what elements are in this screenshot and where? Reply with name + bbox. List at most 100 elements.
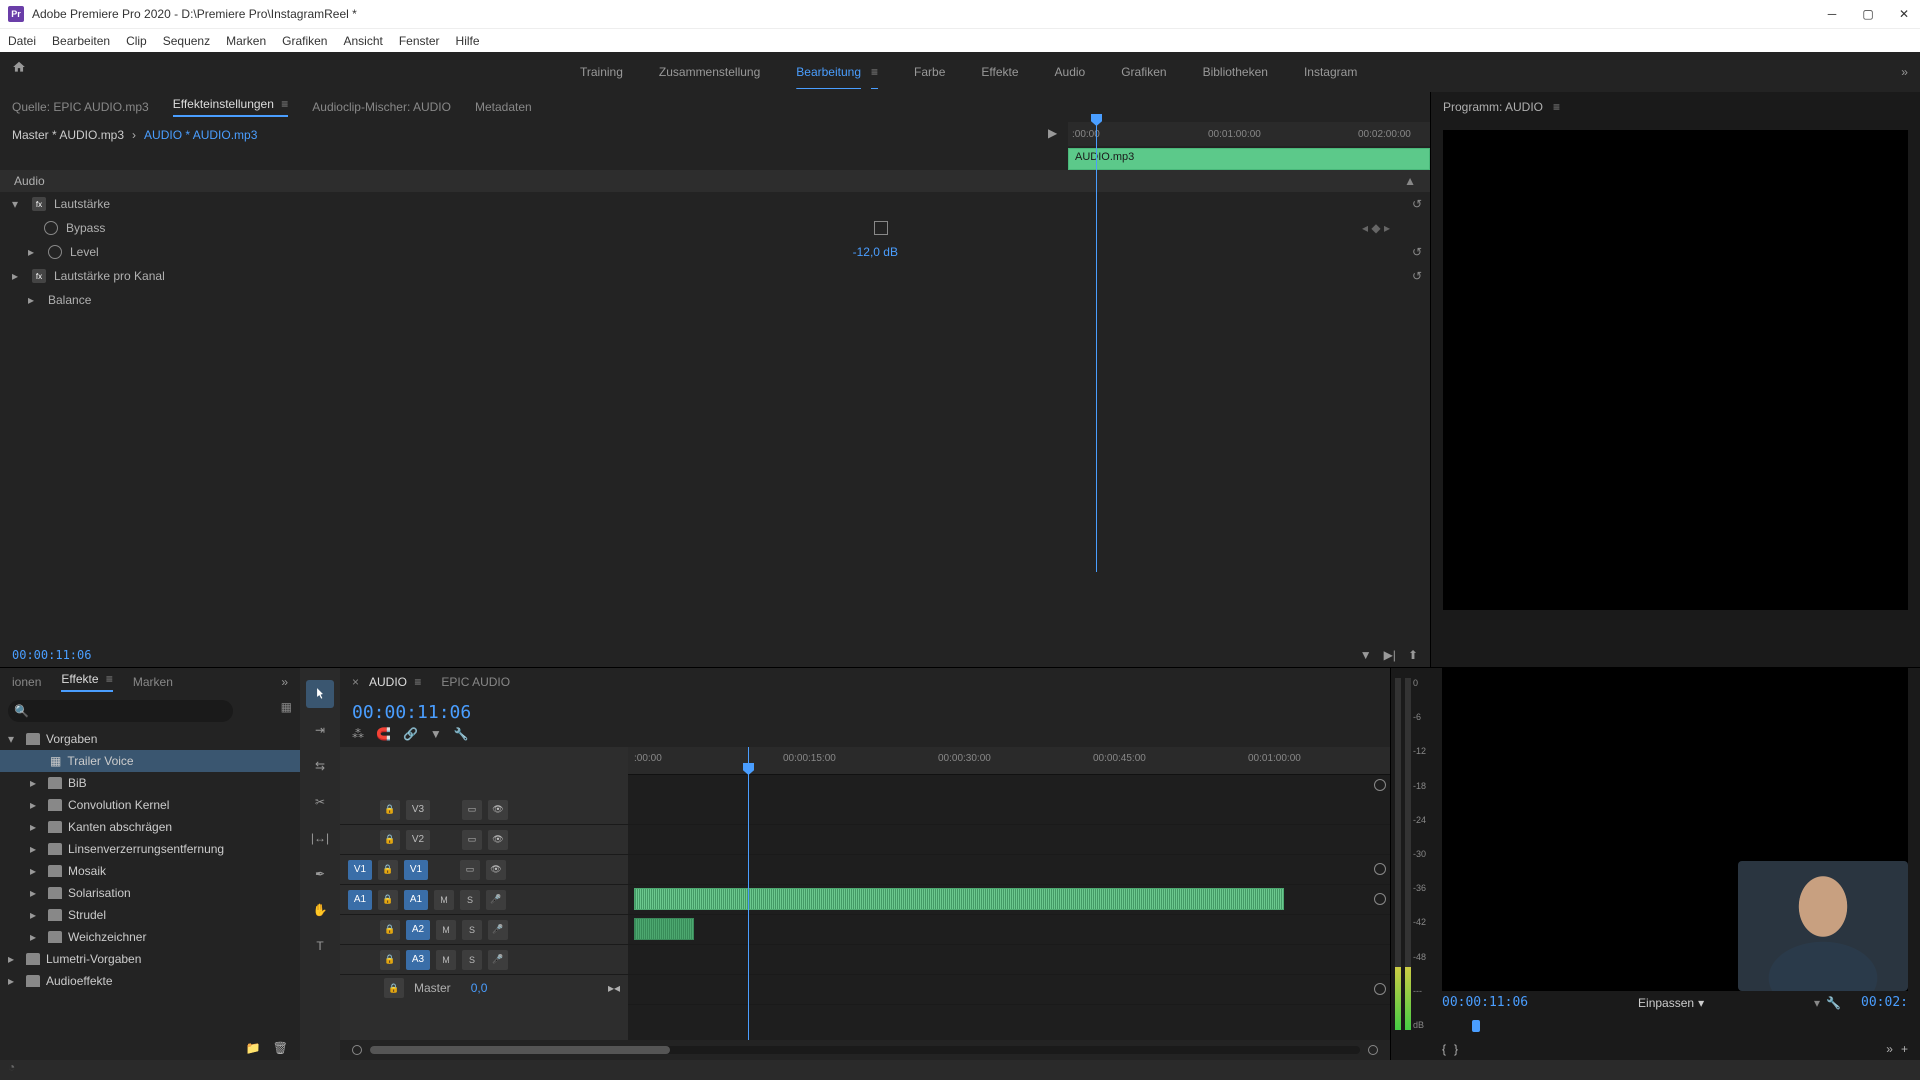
zoom-handle-icon[interactable] — [1374, 779, 1386, 791]
toggle-output-icon[interactable]: ▭ — [460, 860, 480, 880]
track-header-master[interactable]: 🔒 Master 0,0 ▸◂ — [340, 975, 628, 1001]
menu-bearbeiten[interactable]: Bearbeiten — [52, 34, 110, 48]
tab-ionen[interactable]: ionen — [12, 675, 41, 689]
settings-icon[interactable]: 🔧 — [454, 727, 469, 741]
timeline-timecode[interactable]: 00:00:11:06 — [352, 702, 471, 723]
tab-metadaten[interactable]: Metadaten — [475, 100, 532, 114]
menu-fenster[interactable]: Fenster — [399, 34, 440, 48]
master-volume-value[interactable]: 0,0 — [471, 981, 488, 995]
panel-menu-icon[interactable]: ≡ — [1553, 100, 1560, 114]
zoom-handle-icon[interactable] — [1374, 983, 1386, 995]
workspace-overflow-icon[interactable]: » — [1901, 65, 1908, 79]
menu-sequenz[interactable]: Sequenz — [163, 34, 210, 48]
tab-effekte[interactable]: Effekte ≡ — [61, 672, 113, 692]
timeline-content[interactable]: :00:00 00:00:15:00 00:00:30:00 00:00:45:… — [628, 747, 1390, 1040]
lock-icon[interactable]: 🔒 — [378, 890, 398, 910]
workspace-bibliotheken[interactable]: Bibliotheken — [1203, 65, 1268, 79]
toggle-output-icon[interactable]: ▭ — [462, 800, 482, 820]
sequence-tab-epic-audio[interactable]: EPIC AUDIO — [441, 675, 510, 689]
ripple-edit-tool[interactable]: ⇆ — [306, 752, 334, 780]
workspace-audio[interactable]: Audio — [1055, 65, 1086, 79]
program-timecode[interactable]: 00:00:11:06 — [1442, 995, 1528, 1010]
zoom-out-icon[interactable] — [352, 1045, 362, 1055]
lock-icon[interactable]: 🔒 — [384, 978, 404, 998]
mark-in-icon[interactable]: { — [1442, 1042, 1446, 1056]
mic-icon[interactable]: 🎤 — [488, 920, 508, 940]
panel-overflow-icon[interactable]: » — [281, 675, 288, 689]
mic-icon[interactable]: 🎤 — [488, 950, 508, 970]
track-select-tool[interactable]: ⇥ — [306, 716, 334, 744]
tree-folder-convolution[interactable]: ▸Convolution Kernel — [0, 794, 300, 816]
eye-icon[interactable]: 👁 — [488, 830, 508, 850]
effect-master-label[interactable]: Master * AUDIO.mp3 — [12, 128, 124, 142]
effect-clip-bar[interactable]: AUDIO.mp3 — [1068, 148, 1430, 170]
mic-icon[interactable]: 🎤 — [486, 890, 506, 910]
tree-folder-audioeffekte[interactable]: ▸Audioeffekte — [0, 970, 300, 992]
workspace-menu-icon[interactable]: ≡ — [871, 65, 878, 79]
lock-icon[interactable]: 🔒 — [380, 830, 400, 850]
toggle-output-icon[interactable]: ▭ — [462, 830, 482, 850]
menu-ansicht[interactable]: Ansicht — [343, 34, 382, 48]
workspace-bearbeitung[interactable]: Bearbeitung≡ — [796, 65, 878, 79]
wrench-icon[interactable]: 🔧 — [1826, 996, 1841, 1010]
program-viewer[interactable] — [1443, 130, 1908, 610]
workspace-effekte[interactable]: Effekte — [981, 65, 1018, 79]
add-button-icon[interactable]: + — [1901, 1042, 1908, 1056]
fit-dropdown[interactable]: Einpassen ▾ — [1638, 996, 1704, 1010]
razor-tool[interactable]: ✂ — [306, 788, 334, 816]
lock-icon[interactable]: 🔒 — [380, 920, 400, 940]
twirl-right-icon[interactable]: ▸ — [12, 269, 24, 283]
close-button[interactable]: ✕ — [1896, 6, 1912, 22]
tab-menu-icon[interactable]: ≡ — [281, 97, 288, 111]
source-patch-a1[interactable]: A1 — [348, 890, 372, 910]
workspace-instagram[interactable]: Instagram — [1304, 65, 1357, 79]
hand-tool[interactable]: ✋ — [306, 896, 334, 924]
tab-menu-icon[interactable]: ≡ — [106, 672, 113, 686]
lock-icon[interactable]: 🔒 — [380, 950, 400, 970]
twirl-down-icon[interactable]: ▾ — [12, 197, 24, 211]
close-sequence-icon[interactable]: × — [352, 675, 359, 689]
zoom-handle-icon[interactable] — [1374, 863, 1386, 875]
home-button[interactable] — [12, 60, 36, 84]
lock-icon[interactable]: 🔒 — [378, 860, 398, 880]
snap-icon[interactable]: 🧲 — [376, 727, 391, 741]
export-icon[interactable]: ⬆ — [1408, 648, 1418, 662]
reset-icon[interactable]: ↺ — [1412, 197, 1422, 211]
type-tool[interactable]: T — [306, 932, 334, 960]
zoom-in-icon[interactable] — [1368, 1045, 1378, 1055]
tab-audioclip-mischer[interactable]: Audioclip-Mischer: AUDIO — [312, 100, 451, 114]
filter-icon[interactable]: ▼ — [1360, 648, 1372, 662]
marker-icon[interactable]: ▼ — [430, 727, 442, 741]
tab-quelle[interactable]: Quelle: EPIC AUDIO.mp3 — [12, 100, 149, 114]
keyframe-nav[interactable]: ◂ ◆ ▸ — [1362, 221, 1390, 235]
zoom-handle-icon[interactable] — [1374, 893, 1386, 905]
mark-out-icon[interactable]: } — [1454, 1042, 1458, 1056]
track-header-v1[interactable]: V1🔒V1▭👁 — [340, 855, 628, 885]
effect-timecode[interactable]: 00:00:11:06 — [12, 648, 91, 662]
trash-icon[interactable]: 🗑 — [273, 1041, 288, 1055]
source-patch-v1[interactable]: V1 — [348, 860, 372, 880]
tree-folder-weichzeichner[interactable]: ▸Weichzeichner — [0, 926, 300, 948]
fx-badge-icon[interactable]: fx — [32, 269, 46, 283]
new-bin-icon[interactable]: ▦ — [281, 700, 292, 722]
level-value[interactable]: -12,0 dB — [853, 245, 898, 259]
collapse-icon[interactable]: ▲ — [1404, 174, 1416, 188]
new-folder-icon[interactable]: 📁 — [246, 1041, 261, 1055]
track-header-a2[interactable]: 🔒A2MS🎤 — [340, 915, 628, 945]
scrubber-head-icon[interactable] — [1472, 1020, 1480, 1032]
play-audio-icon[interactable]: ▶ — [1048, 126, 1057, 140]
track-header-v3[interactable]: 🔒V3▭👁 — [340, 795, 628, 825]
tree-folder-lumetri[interactable]: ▸Lumetri-Vorgaben — [0, 948, 300, 970]
bypass-checkbox[interactable] — [874, 221, 888, 235]
tree-folder-linsen[interactable]: ▸Linsenverzerrungsentfernung — [0, 838, 300, 860]
track-header-a3[interactable]: 🔒A3MS🎤 — [340, 945, 628, 975]
minimize-button[interactable]: ─ — [1824, 6, 1840, 22]
effect-clip-link[interactable]: AUDIO * AUDIO.mp3 — [144, 128, 257, 142]
menu-datei[interactable]: Datei — [8, 34, 36, 48]
workspace-zusammenstellung[interactable]: Zusammenstellung — [659, 65, 760, 79]
effect-mini-ruler[interactable]: :00:00 00:01:00:00 00:02:00:00 — [1068, 122, 1430, 146]
menu-hilfe[interactable]: Hilfe — [456, 34, 480, 48]
audio-clip-a1[interactable] — [634, 888, 1284, 910]
workspace-grafiken[interactable]: Grafiken — [1121, 65, 1166, 79]
track-header-a1[interactable]: A1🔒A1MS🎤 — [340, 885, 628, 915]
